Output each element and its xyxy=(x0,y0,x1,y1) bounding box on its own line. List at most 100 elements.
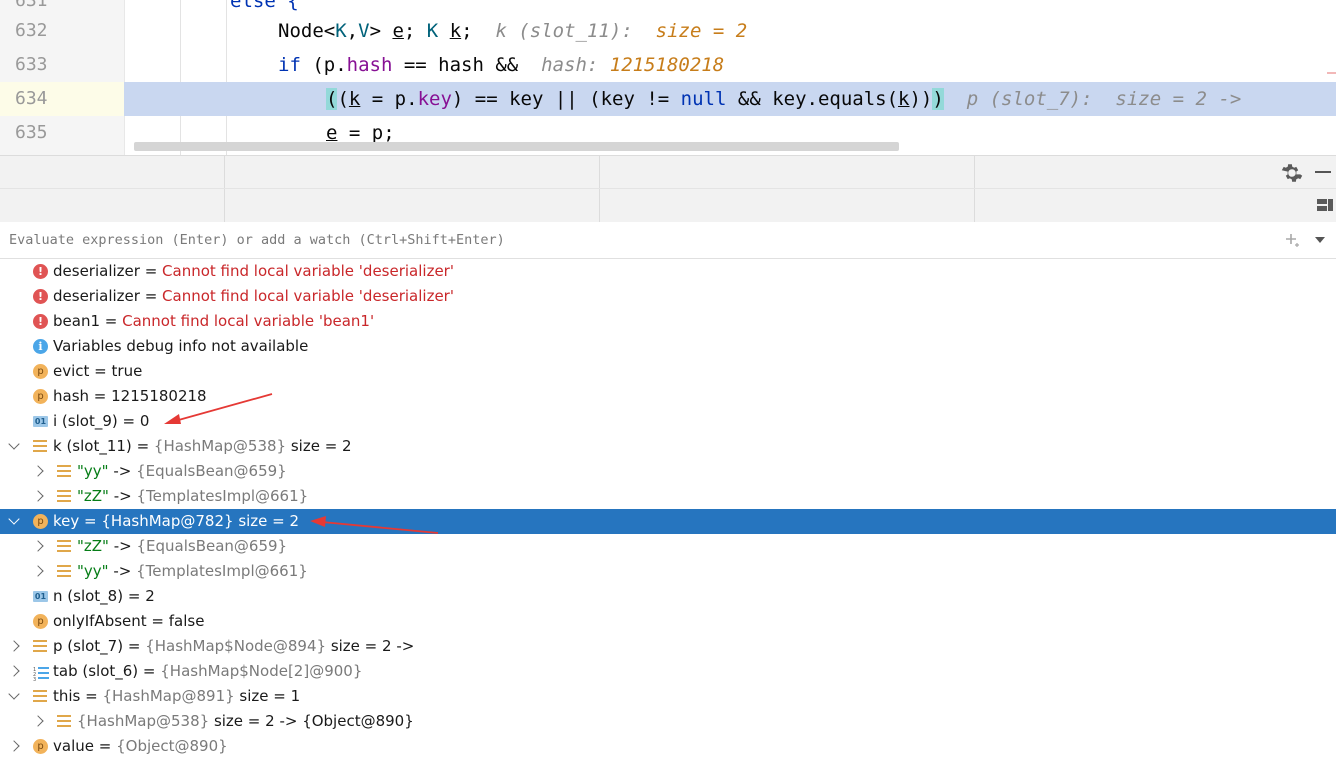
variable-row[interactable]: "zZ" -> {EqualsBean@659} xyxy=(0,534,1336,559)
variable-value: {EqualsBean@659} xyxy=(136,462,287,480)
variable-row[interactable]: 01 i (slot_9) = 0 xyxy=(0,409,1336,434)
code-line[interactable]: 634 ((k = p.key) == key || (key != null &… xyxy=(0,82,1336,116)
variable-row[interactable]: ! deserializer = Cannot find local variab… xyxy=(0,259,1336,284)
variable-name: "yy" xyxy=(77,562,109,580)
svg-text:3: 3 xyxy=(33,677,36,681)
expand-chevron-icon[interactable] xyxy=(8,640,20,652)
variable-text: {HashMap@538} size = 2 -> {Object@890} xyxy=(77,709,414,734)
variable-text: this = {HashMap@891} size = 1 xyxy=(53,684,300,709)
inline-debug-hint: p (slot_7): size = 2 -> xyxy=(966,88,1242,110)
variable-row[interactable]: "yy" -> {EqualsBean@659} xyxy=(0,459,1336,484)
line-number[interactable]: 633 xyxy=(0,48,124,82)
variable-text: evict = true xyxy=(53,359,142,384)
expand-chevron-icon[interactable] xyxy=(8,665,20,677)
variable-row[interactable]: 01 n (slot_8) = 2 xyxy=(0,584,1336,609)
variable-row[interactable]: {HashMap@538} size = 2 -> {Object@890} xyxy=(0,709,1336,734)
variable-separator: = xyxy=(139,262,163,280)
variable-row[interactable]: 1 2 3 tab (slot_6) = {HashMap$Node[2]@900} xyxy=(0,659,1336,684)
variable-value: {HashMap@782} xyxy=(101,512,234,530)
toolbar-separator xyxy=(599,189,600,222)
variable-row[interactable]: p onlyIfAbsent = false xyxy=(0,609,1336,634)
line-number[interactable]: 634 xyxy=(0,82,124,116)
error-icon: ! xyxy=(33,289,48,304)
toolbar-separator xyxy=(599,156,600,189)
code-token: k xyxy=(348,88,361,110)
horizontal-scrollbar[interactable] xyxy=(134,142,899,151)
code-token: K xyxy=(335,20,347,42)
variable-row[interactable]: k (slot_11) = {HashMap@538} size = 2 xyxy=(0,434,1336,459)
variable-row[interactable]: p (slot_7) = {HashMap$Node@894} size = 2… xyxy=(0,634,1336,659)
variable-name: tab (slot_6) xyxy=(53,662,139,680)
minimize-icon[interactable] xyxy=(1315,171,1331,173)
variable-text: onlyIfAbsent = false xyxy=(53,609,204,634)
inline-debug-hint: hash: xyxy=(541,54,610,76)
code-token: hash xyxy=(346,54,393,76)
code-editor[interactable]: 631 else {632 Node<K,V> e; K k; k (slot_11… xyxy=(0,0,1336,155)
code-text[interactable]: if (p.hash == hash && hash: 1215180218 xyxy=(278,48,724,82)
variable-value: Cannot find local variable 'deserializer… xyxy=(162,262,454,280)
variable-extra: size = 1 xyxy=(234,687,301,705)
variable-row[interactable]: ! deserializer = Cannot find local variab… xyxy=(0,284,1336,309)
gear-icon[interactable] xyxy=(1280,161,1304,185)
variable-name: value xyxy=(53,737,94,755)
variable-row[interactable]: this = {HashMap@891} size = 1 xyxy=(0,684,1336,709)
variable-row[interactable]: "yy" -> {TemplatesImpl@661} xyxy=(0,559,1336,584)
watch-dropdown-arrow-icon[interactable] xyxy=(1315,237,1325,243)
variable-separator: -> xyxy=(108,487,137,505)
variable-text: key = {HashMap@782} size = 2 xyxy=(53,509,299,534)
primitive-value-icon: 01 xyxy=(33,591,48,602)
evaluate-expression-input[interactable] xyxy=(9,222,1269,258)
variable-name: deserializer xyxy=(53,287,140,305)
object-field-icon xyxy=(57,565,71,578)
variable-row[interactable]: ! bean1 = Cannot find local variable 'bea… xyxy=(0,309,1336,334)
collapse-chevron-icon[interactable] xyxy=(8,688,20,700)
variable-separator: = xyxy=(139,287,163,305)
variable-row[interactable]: i Variables debug info not available xyxy=(0,334,1336,359)
variable-extra: size = 2 -> {Object@890} xyxy=(209,712,414,730)
variable-value: {TemplatesImpl@661} xyxy=(136,487,309,505)
variable-text: "zZ" -> {EqualsBean@659} xyxy=(77,534,287,559)
code-text[interactable]: Node<K,V> e; K k; k (slot_11): size = 2 xyxy=(278,14,747,48)
variable-separator: = xyxy=(80,687,103,705)
variable-name: k (slot_11) xyxy=(53,437,132,455)
expand-chevron-icon[interactable] xyxy=(32,490,44,502)
variable-separator: = xyxy=(93,737,117,755)
expand-chevron-icon[interactable] xyxy=(32,565,44,577)
variable-name: evict xyxy=(53,362,90,380)
variable-value: {Object@890} xyxy=(116,737,228,755)
line-number[interactable]: 632 xyxy=(0,14,124,48)
variable-value: 2 xyxy=(145,587,155,605)
expand-chevron-icon[interactable] xyxy=(32,465,44,477)
variable-text: "zZ" -> {TemplatesImpl@661} xyxy=(77,484,308,509)
variable-text: deserializer = Cannot find local variabl… xyxy=(53,259,454,284)
expand-chevron-icon[interactable] xyxy=(32,540,44,552)
toolbar-separator xyxy=(974,189,975,222)
expand-chevron-icon[interactable] xyxy=(32,715,44,727)
variable-separator: = xyxy=(131,437,154,455)
line-number[interactable]: 635 xyxy=(0,116,124,150)
object-field-icon xyxy=(57,490,71,503)
add-watch-icon[interactable] xyxy=(1284,232,1300,248)
variable-text: value = {Object@890} xyxy=(53,734,228,759)
expand-chevron-icon[interactable] xyxy=(8,740,20,752)
error-stripe-mark[interactable] xyxy=(1327,72,1336,74)
collapse-chevron-icon[interactable] xyxy=(8,513,20,525)
layout-settings-icon[interactable] xyxy=(1316,197,1334,213)
inline-debug-hint: size = 2 xyxy=(655,20,748,42)
variable-row[interactable]: "zZ" -> {TemplatesImpl@661} xyxy=(0,484,1336,509)
variable-text: bean1 = Cannot find local variable 'bean… xyxy=(53,309,374,334)
variable-row[interactable]: p key = {HashMap@782} size = 2 xyxy=(0,509,1336,534)
code-line[interactable]: 632 Node<K,V> e; K k; k (slot_11): size =… xyxy=(0,14,1336,48)
code-token: key xyxy=(417,88,452,110)
parameter-icon: p xyxy=(33,739,48,754)
object-field-icon xyxy=(33,640,47,653)
variable-separator: = xyxy=(79,512,102,530)
code-text[interactable]: ((k = p.key) == key || (key != null && k… xyxy=(326,82,1241,116)
variable-row[interactable]: p value = {Object@890} xyxy=(0,734,1336,759)
variable-name: this xyxy=(53,687,81,705)
variable-row[interactable]: p evict = true xyxy=(0,359,1336,384)
variable-row[interactable]: p hash = 1215180218 xyxy=(0,384,1336,409)
variables-tree[interactable]: ! deserializer = Cannot find local variab… xyxy=(0,259,1336,759)
code-line[interactable]: 633 if (p.hash == hash && hash: 121518021… xyxy=(0,48,1336,82)
collapse-chevron-icon[interactable] xyxy=(8,438,20,450)
